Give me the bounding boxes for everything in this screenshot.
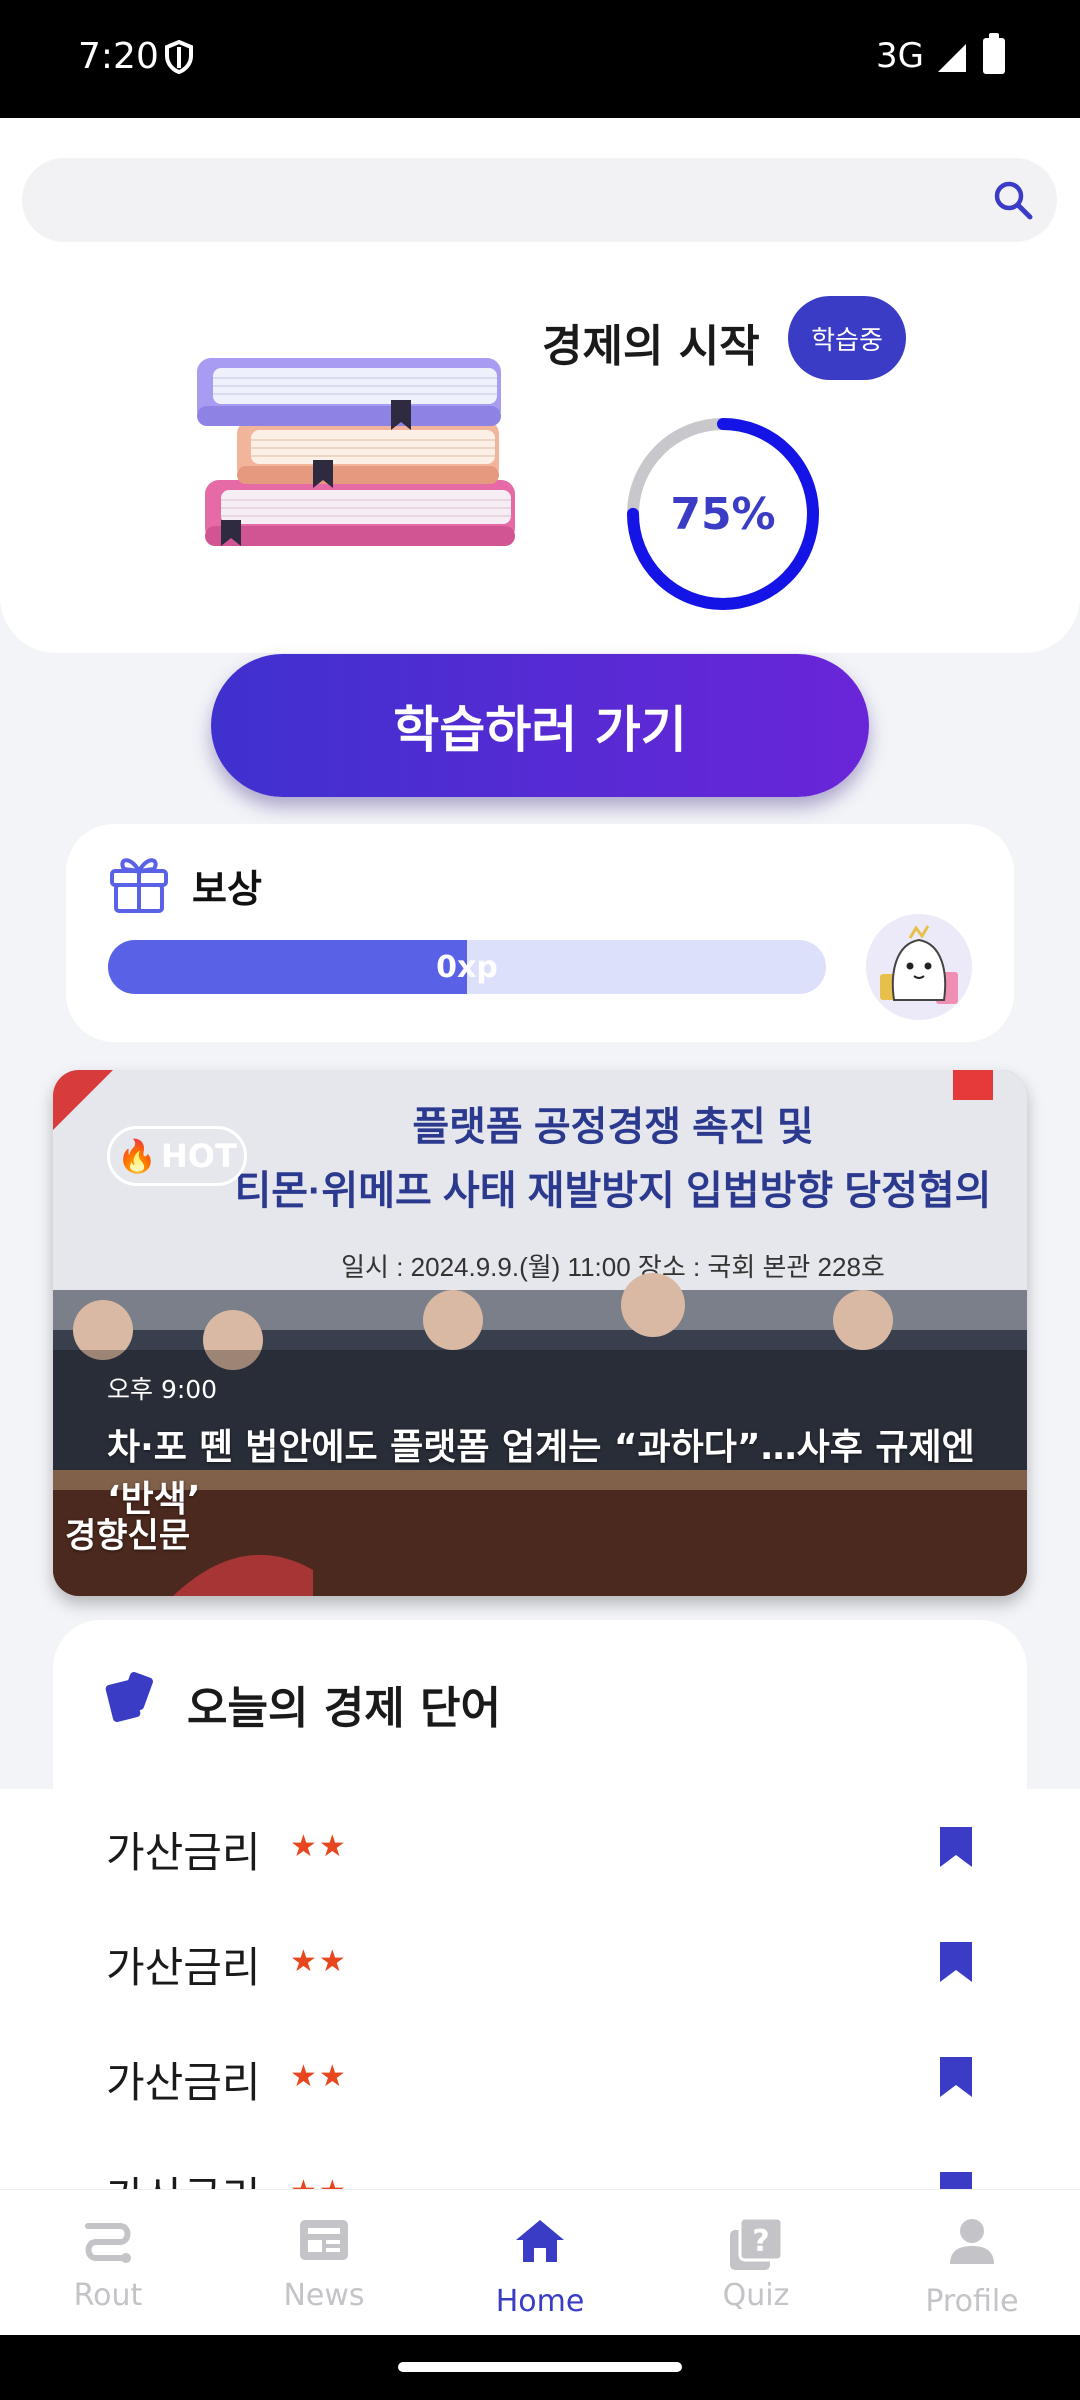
nav-label: Profile [925,2284,1019,2319]
news-icon [300,2220,348,2260]
search-icon[interactable] [991,178,1035,222]
bookmark-icon[interactable] [938,1940,974,1984]
xp-progress-bar: 0xp [108,940,826,994]
status-bar: 7:20 3G [0,0,1080,118]
hot-label: HOT [161,1137,237,1175]
bookmark-icon[interactable] [938,2170,974,2189]
signal-icon [938,44,966,72]
status-time: 7:20 [78,36,159,77]
cards-icon [105,1672,153,1722]
reward-card: 보상 0xp [66,824,1014,1042]
network-type: 3G [876,36,924,76]
reward-title: 보상 [192,867,262,911]
route-icon [85,2223,131,2263]
gift-icon [110,858,168,913]
vocab-section-header: 오늘의 경제 단어 [53,1620,1027,1790]
nav-item-quiz[interactable]: ? Quiz [648,2190,864,2336]
banner-line-3: 일시 : 2024.9.9.(월) 11:00 장소 : 국회 본관 228호 [341,1252,885,1282]
gesture-area [0,2335,1080,2400]
profile-icon [950,2219,994,2264]
shield-icon [165,40,193,74]
list-item[interactable]: 가산금리 ★★ [0,1789,1080,1904]
bookmark-icon[interactable] [938,1825,974,1869]
course-card: 경제의 시작 학습중 75% [0,118,1080,653]
home-icon [516,2220,564,2262]
news-source-logo: 경향신문 [65,1516,191,1556]
nav-item-rout[interactable]: Rout [0,2190,216,2336]
nav-item-news[interactable]: News [216,2190,432,2336]
list-item[interactable]: 가산금리 ★★ [0,2019,1080,2134]
fire-icon: 🔥 [117,1137,158,1175]
banner-line-1: 플랫폼 공정경쟁 촉진 및 [412,1105,813,1149]
mascot-avatar[interactable] [866,914,972,1020]
status-badge: 학습중 [788,296,906,380]
news-headline[interactable]: 차·포 뗀 법안에도 플랫폼 업계는 “과하다”…사후 규제엔 ‘반색’ [107,1422,987,1526]
nav-label: News [283,2278,365,2313]
vocab-title: 오늘의 경제 단어 [187,1683,501,1734]
vocab-word: 가산금리 [106,1828,261,1877]
quiz-icon: ? [730,2216,784,2270]
course-title: 경제의 시작 [542,321,760,372]
bookmark-icon[interactable] [938,2055,974,2099]
books-illustration [197,358,515,546]
vocab-list: 가산금리 ★★ 가산금리 ★★ 가산금리 ★★ 가산금리 ★★ [0,1789,1080,2189]
news-time: 오후 9:00 [107,1375,218,1404]
banner-line-2: 티몬·위메프 사태 재발방지 입법방향 당정협의 [235,1169,992,1213]
nav-label: Home [495,2284,585,2319]
nav-label: Rout [73,2278,143,2313]
star-rating: ★★ [290,2174,348,2189]
nav-item-home[interactable]: Home [432,2190,648,2336]
star-rating: ★★ [290,2059,348,2094]
star-rating: ★★ [290,1944,348,1979]
battery-icon [983,33,1005,74]
vocab-word: 가산금리 [106,1943,261,1992]
nav-item-profile[interactable]: Profile [864,2190,1080,2336]
bottom-nav: Rout News Home ? Quiz Profile [0,2189,1080,2335]
xp-label: 0xp [436,949,498,985]
home-gesture-bar[interactable] [398,2362,682,2372]
star-rating: ★★ [290,1829,348,1864]
vocab-word: 가산금리 [106,2164,261,2189]
study-button[interactable]: 학습하러 가기 [211,654,869,797]
list-item[interactable]: 가산금리 ★★ [0,1904,1080,2019]
search-input[interactable] [22,158,1057,242]
hot-badge: 🔥 HOT [107,1126,247,1186]
list-item[interactable]: 가산금리 ★★ [0,2134,1080,2189]
progress-percent: 75% [670,488,776,540]
svg-text:?: ? [752,2224,769,2259]
vocab-word: 가산금리 [106,2058,261,2107]
nav-label: Quiz [722,2278,790,2313]
news-card[interactable]: 플랫폼 공정경쟁 촉진 및 티몬·위메프 사태 재발방지 입법방향 당정협의 일… [53,1070,1027,1596]
